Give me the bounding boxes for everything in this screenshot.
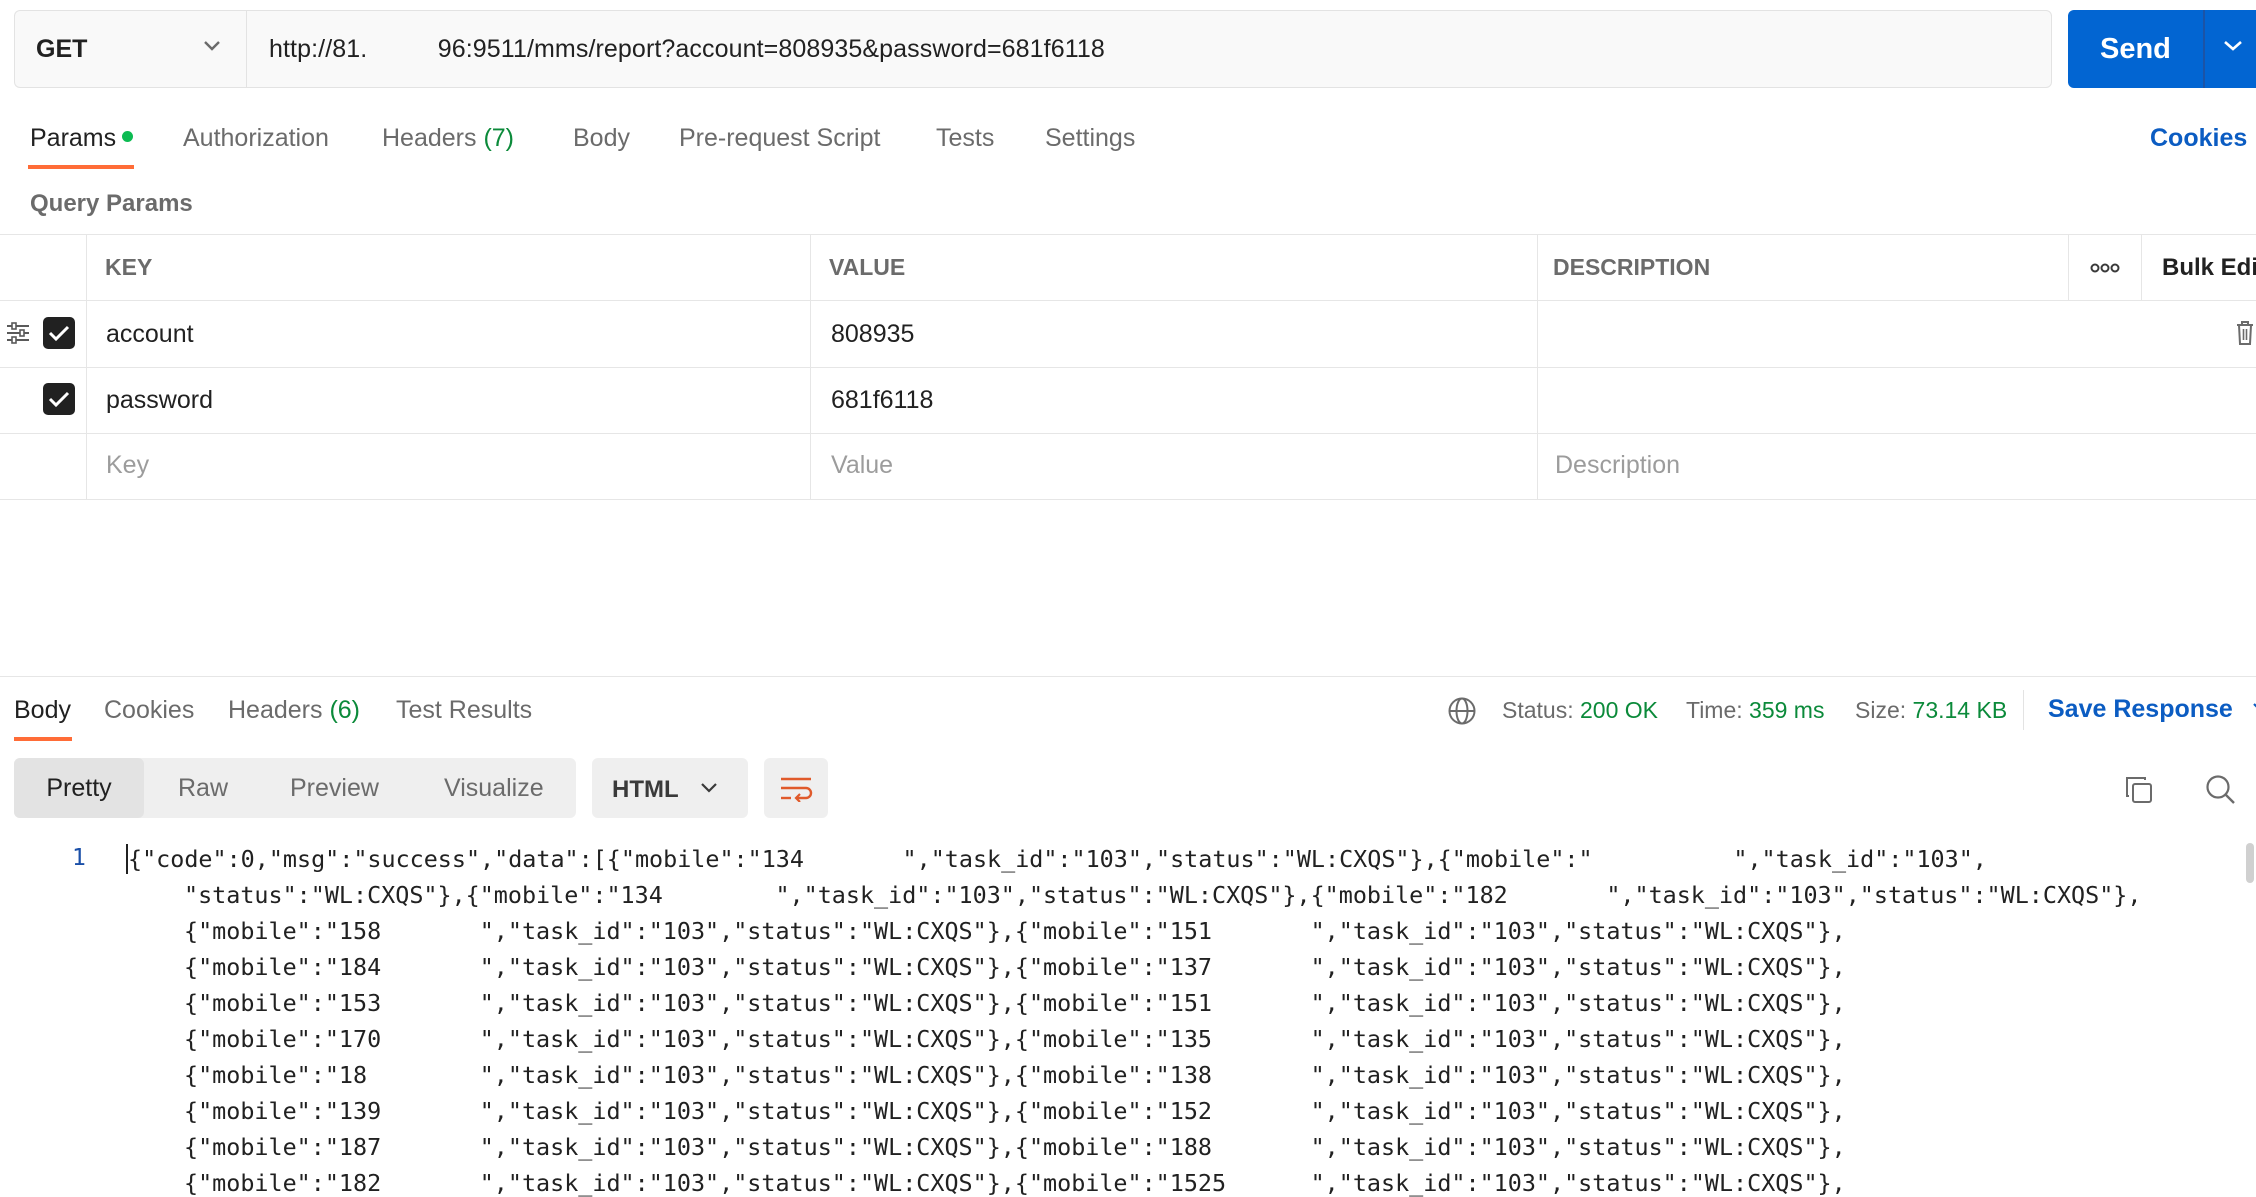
send-divider bbox=[2203, 10, 2205, 88]
response-size[interactable]: Size: 73.14 KB bbox=[1855, 697, 2007, 724]
param-value-account[interactable]: 808935 bbox=[831, 320, 914, 349]
code-line: {"mobile":"170 ","task_id":"103","status… bbox=[184, 1025, 1846, 1053]
param-value-password[interactable]: 681f6118 bbox=[831, 386, 933, 415]
column-divider bbox=[2141, 234, 2142, 300]
method-label: GET bbox=[36, 34, 88, 63]
checkmark-icon bbox=[48, 325, 70, 342]
size-value: 73.14 KB bbox=[1912, 697, 2008, 723]
view-raw-button[interactable]: Raw bbox=[178, 758, 228, 818]
tab-headers[interactable]: Headers (7) bbox=[382, 124, 514, 153]
code-line: {"mobile":"18 ","task_id":"103","status"… bbox=[184, 1061, 1846, 1089]
code-line: {"code":0,"msg":"success","data":[{"mobi… bbox=[128, 845, 1987, 873]
url-input[interactable]: http://81. 96:9511/mms/report?account=80… bbox=[246, 10, 2052, 88]
column-divider bbox=[810, 234, 811, 499]
new-param-key-input[interactable]: Key bbox=[106, 451, 149, 480]
wrap-lines-button[interactable] bbox=[764, 758, 828, 818]
response-status[interactable]: Status: 200 OK bbox=[1502, 697, 1658, 724]
column-divider bbox=[1537, 234, 1538, 499]
response-tab-cookies[interactable]: Cookies bbox=[104, 696, 194, 725]
send-label: Send bbox=[2100, 32, 2171, 65]
code-line: {"mobile":"153 ","task_id":"103","status… bbox=[184, 989, 1846, 1017]
table-border-top bbox=[0, 234, 2256, 235]
table-border bbox=[0, 433, 2256, 434]
table-border-bottom bbox=[0, 499, 2256, 500]
code-line: "status":"WL:CXQS"},{"mobile":"134 ","ta… bbox=[184, 881, 2142, 909]
param-checkbox-account[interactable] bbox=[43, 317, 75, 349]
response-tab-test-results[interactable]: Test Results bbox=[396, 696, 532, 725]
copy-icon[interactable] bbox=[2124, 775, 2154, 805]
time-label: Time: bbox=[1686, 697, 1743, 723]
chevron-down-icon bbox=[204, 41, 220, 51]
wrap-lines-icon bbox=[781, 777, 813, 802]
time-value: 359 ms bbox=[1749, 697, 1825, 723]
view-visualize-button[interactable]: Visualize bbox=[444, 758, 544, 818]
response-tab-body[interactable]: Body bbox=[14, 696, 71, 725]
view-preview-button[interactable]: Preview bbox=[290, 758, 379, 818]
chevron-down-icon bbox=[701, 783, 717, 793]
size-label: Size: bbox=[1855, 697, 1907, 723]
new-param-description-input[interactable]: Description bbox=[1555, 451, 1680, 480]
scrollbar-thumb[interactable] bbox=[2246, 843, 2254, 883]
tab-headers-label: Headers bbox=[382, 124, 477, 152]
chevron-down-icon bbox=[2253, 703, 2256, 708]
tab-tests[interactable]: Tests bbox=[936, 124, 994, 153]
headers-count: (7) bbox=[483, 124, 515, 152]
status-value: 200 OK bbox=[1580, 697, 1658, 723]
column-divider bbox=[2068, 234, 2069, 300]
response-divider bbox=[0, 676, 2256, 677]
checkmark-icon bbox=[48, 391, 70, 408]
tab-pre-request-script[interactable]: Pre-request Script bbox=[679, 124, 880, 153]
send-options-chevron-icon[interactable] bbox=[2222, 39, 2244, 53]
tab-body[interactable]: Body bbox=[573, 124, 630, 153]
table-border bbox=[0, 367, 2256, 368]
param-checkbox-password[interactable] bbox=[43, 383, 75, 415]
response-headers-count: (6) bbox=[329, 696, 361, 724]
response-time[interactable]: Time: 359 ms bbox=[1686, 697, 1824, 724]
response-tab-headers[interactable]: Headers (6) bbox=[228, 696, 360, 725]
cookies-link[interactable]: Cookies bbox=[2150, 124, 2247, 153]
response-headers-label: Headers bbox=[228, 696, 323, 724]
code-line: {"mobile":"182 ","task_id":"103","status… bbox=[184, 1169, 1846, 1197]
param-key-password[interactable]: password bbox=[106, 386, 213, 415]
line-number: 1 bbox=[72, 845, 86, 871]
url-text: http://81. 96:9511/mms/report?account=80… bbox=[269, 34, 1105, 63]
tab-params[interactable]: Params bbox=[30, 124, 134, 153]
code-line: {"mobile":"139 ","task_id":"103","status… bbox=[184, 1097, 1846, 1125]
new-param-value-input[interactable]: Value bbox=[831, 451, 893, 480]
status-label: Status: bbox=[1502, 697, 1574, 723]
save-response-button[interactable]: Save Response bbox=[2048, 695, 2256, 724]
method-select[interactable]: GET bbox=[14, 10, 246, 88]
active-tab-indicator bbox=[28, 165, 134, 169]
param-key-account[interactable]: account bbox=[106, 320, 194, 349]
view-pretty-button[interactable]: Pretty bbox=[14, 758, 144, 818]
tab-params-label: Params bbox=[30, 124, 117, 152]
active-response-tab-indicator bbox=[14, 737, 72, 741]
table-border bbox=[0, 300, 2256, 301]
code-line: {"mobile":"158 ","task_id":"103","status… bbox=[184, 917, 1846, 945]
params-active-dot bbox=[122, 131, 134, 142]
code-line: {"mobile":"184 ","task_id":"103","status… bbox=[184, 953, 1846, 981]
drag-handle-icon[interactable] bbox=[6, 322, 30, 344]
column-header-value: VALUE bbox=[829, 254, 906, 280]
tab-authorization[interactable]: Authorization bbox=[183, 124, 329, 153]
delete-icon[interactable] bbox=[2235, 320, 2255, 346]
bulk-edit-button[interactable]: Bulk Edi bbox=[2162, 254, 2256, 282]
save-response-label: Save Response bbox=[2048, 695, 2233, 723]
column-header-description: DESCRIPTION bbox=[1553, 254, 1711, 280]
tab-settings[interactable]: Settings bbox=[1045, 124, 1135, 153]
meta-divider bbox=[2023, 690, 2024, 730]
globe-icon[interactable] bbox=[1447, 696, 1477, 726]
column-divider bbox=[86, 234, 87, 499]
search-icon[interactable] bbox=[2204, 773, 2236, 805]
more-options-icon[interactable] bbox=[2090, 262, 2120, 274]
format-label: HTML bbox=[612, 776, 679, 803]
query-params-title: Query Params bbox=[30, 190, 193, 217]
column-header-key: KEY bbox=[105, 254, 153, 280]
code-line: {"mobile":"187 ","task_id":"103","status… bbox=[184, 1133, 1846, 1161]
